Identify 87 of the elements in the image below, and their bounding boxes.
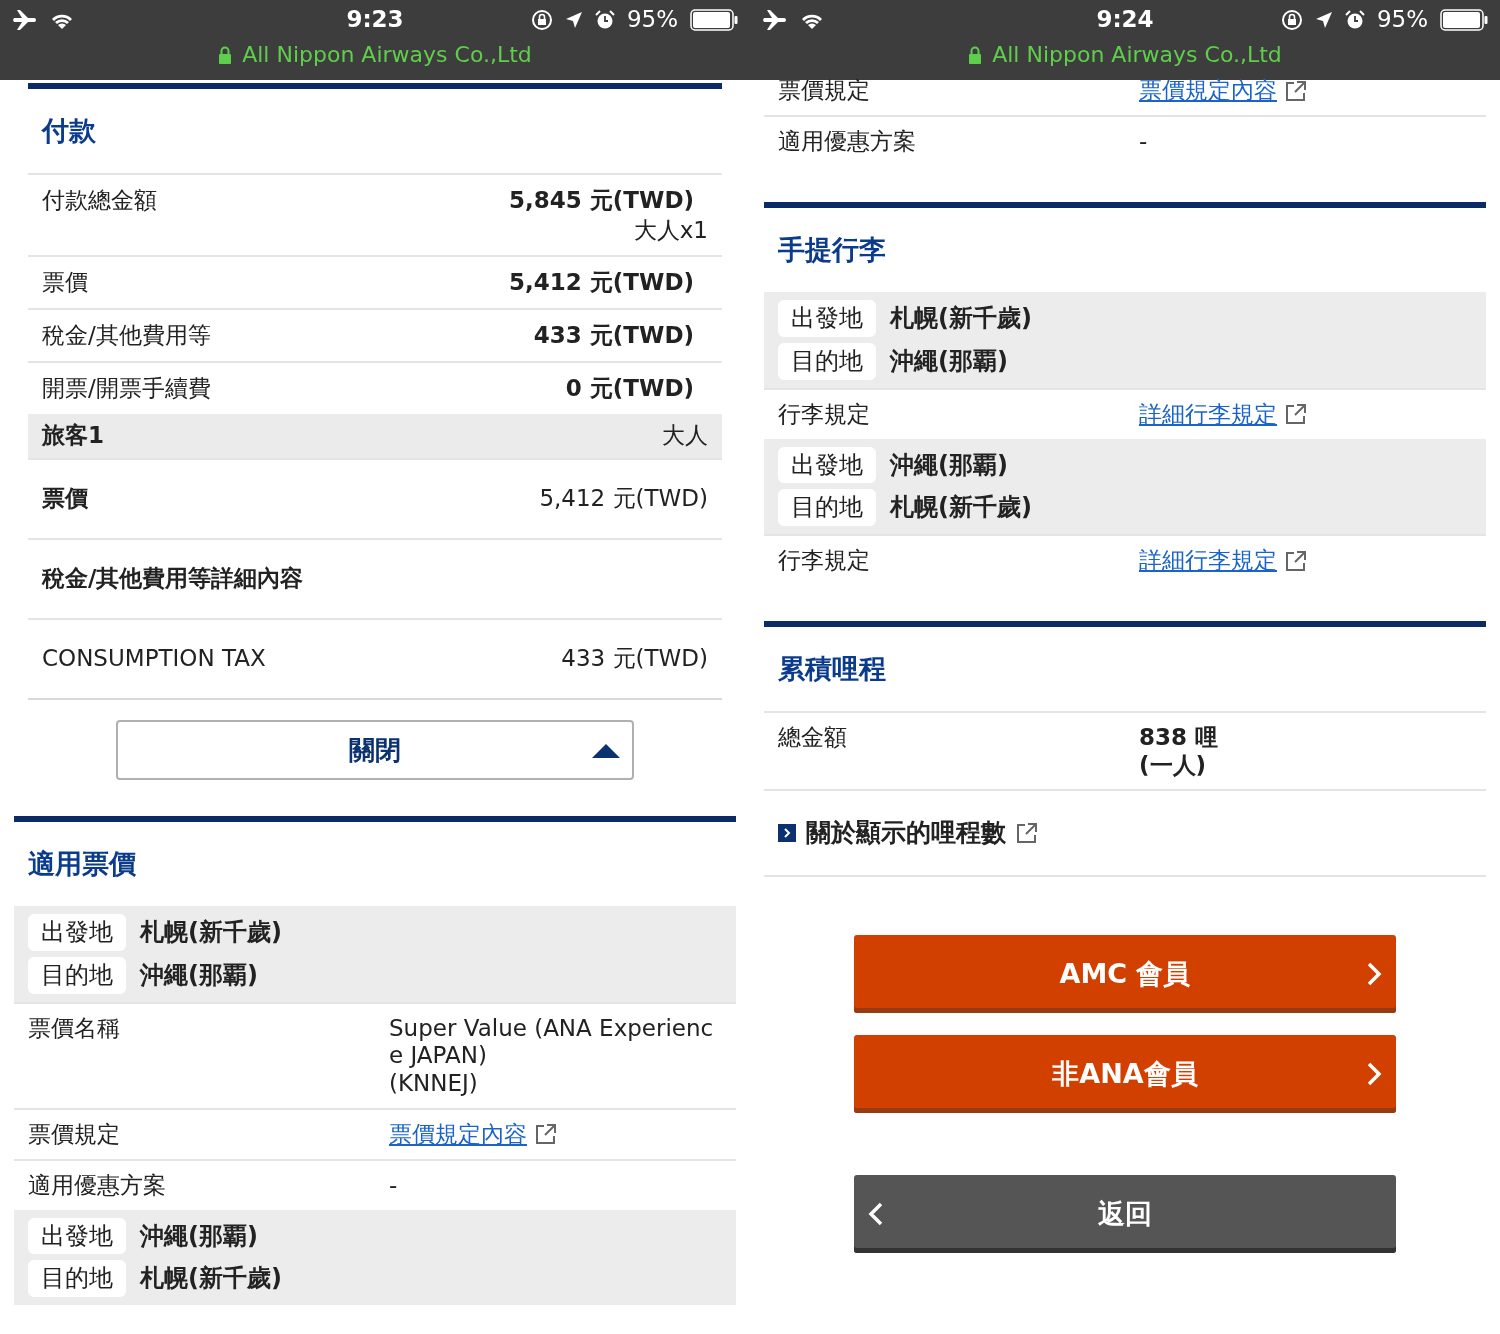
chevron-right-icon [1366,961,1382,988]
airplane-icon [762,9,788,31]
airport-name: 沖繩(那覇) [140,961,258,990]
rotation-lock-icon [1280,9,1303,31]
row-value: - [389,1171,399,1200]
back-button[interactable]: 返回 [854,1175,1396,1254]
external-link-icon [1285,550,1307,572]
close-button[interactable]: 關閉 [116,720,634,781]
row-label: 適用優惠方案 [28,1171,167,1200]
row-value: Super Value (ANA Experience JAPAN) [389,1014,715,1070]
passenger-type: 大人 [662,422,708,450]
section-title: 手提行李 [778,233,886,267]
route-label: 出發地 [28,1217,126,1255]
row-label: 票價規定 [778,77,871,105]
row-label: 稅金/其他費用等 [42,322,211,350]
details-link[interactable]: 詳細行李規定 [1139,400,1277,429]
clock-time: 9:23 [346,6,404,34]
amount-value: 433 元(TWD) [561,645,708,673]
amount-value: 5,845 元(TWD) [509,187,695,215]
airport-name: 札幌(新千歲) [140,918,282,947]
external-link-icon [1016,822,1038,845]
external-link-icon [1285,79,1307,102]
alarm-clock-icon [1344,10,1365,30]
airplane-icon [12,9,38,31]
alarm-clock-icon [594,10,615,30]
battery-percent: 95% [1376,6,1428,34]
amount-value: 5,412 元(TWD) [509,269,695,297]
member-button[interactable]: 非ANA會員 [854,1035,1396,1114]
padlock-icon [218,46,233,64]
location-arrow-icon [564,11,583,29]
passenger-label: 旅客1 [42,422,104,450]
row-label: 付款總金額 [42,187,157,215]
section-title: 累積哩程 [778,653,886,686]
subsection-title: 稅金/其他費用等詳細內容 [42,565,304,593]
chevron-left-icon [868,1201,884,1228]
airport-name: 札幌(新千歲) [890,304,1032,333]
chevron-right-icon [1366,1061,1382,1088]
section-title: 適用票價 [28,848,136,881]
row-label: CONSUMPTION TAX [42,645,266,673]
row-label: 開票/開票手續費 [42,375,211,403]
passenger-count: 大人x1 [633,216,708,245]
battery-icon [690,9,738,31]
route-label: 出發地 [778,446,876,484]
route-label: 目的地 [778,489,876,527]
amount-value: 0 元(TWD) [565,375,695,403]
rotation-lock-icon [530,9,553,31]
row-label: 票價 [42,485,88,513]
route-label: 目的地 [28,1260,126,1298]
amount-value: 433 元(TWD) [533,322,695,350]
site-name: All Nippon Airways Co.,Ltd [242,41,532,69]
section-title: 付款 [42,114,96,148]
row-label: 適用優惠方案 [778,128,917,156]
row-label: 總金額 [778,724,848,752]
airport-name: 札幌(新千歲) [890,493,1032,523]
row-label: 票價規定 [28,1120,121,1149]
details-link[interactable]: 票價規定內容 [389,1120,527,1149]
row-label: 票價名稱 [28,1014,121,1043]
battery-icon [1440,9,1488,31]
clock-time: 9:24 [1096,6,1154,34]
external-link-icon [535,1123,557,1146]
row-value: (KNNEJ) [389,1069,479,1098]
padlock-icon [968,46,983,64]
row-value: (一人) [1139,751,1208,780]
site-name: All Nippon Airways Co.,Ltd [992,41,1282,69]
up-triangle-icon [592,744,620,759]
airport-name: 沖繩(那覇) [890,450,1008,480]
amount-value: 5,412 元(TWD) [539,485,708,513]
member-button[interactable]: AMC 會員 [854,935,1396,1014]
airport-name: 沖繩(那覇) [890,346,1008,376]
details-link[interactable]: 票價規定內容 [1139,77,1277,105]
row-label: 行李規定 [778,400,871,429]
route-label: 出發地 [28,914,126,951]
row-value: - [1139,128,1149,156]
row-label: 行李規定 [778,547,871,575]
airport-name: 沖繩(那覇) [140,1221,258,1251]
route-label: 目的地 [28,957,126,994]
route-label: 目的地 [778,342,876,380]
location-arrow-icon [1314,11,1333,29]
details-link[interactable]: 詳細行李規定 [1139,547,1277,575]
miles-info-link[interactable]: 關於顯示的哩程數 [806,818,1006,849]
row-value: 838 哩 [1139,724,1220,752]
external-link-icon [1285,403,1307,426]
chevron-square-icon[interactable] [778,824,796,843]
route-label: 出發地 [778,300,876,337]
airport-name: 札幌(新千歲) [140,1264,282,1294]
battery-percent: 95% [626,6,678,34]
row-label: 票價 [42,269,88,297]
